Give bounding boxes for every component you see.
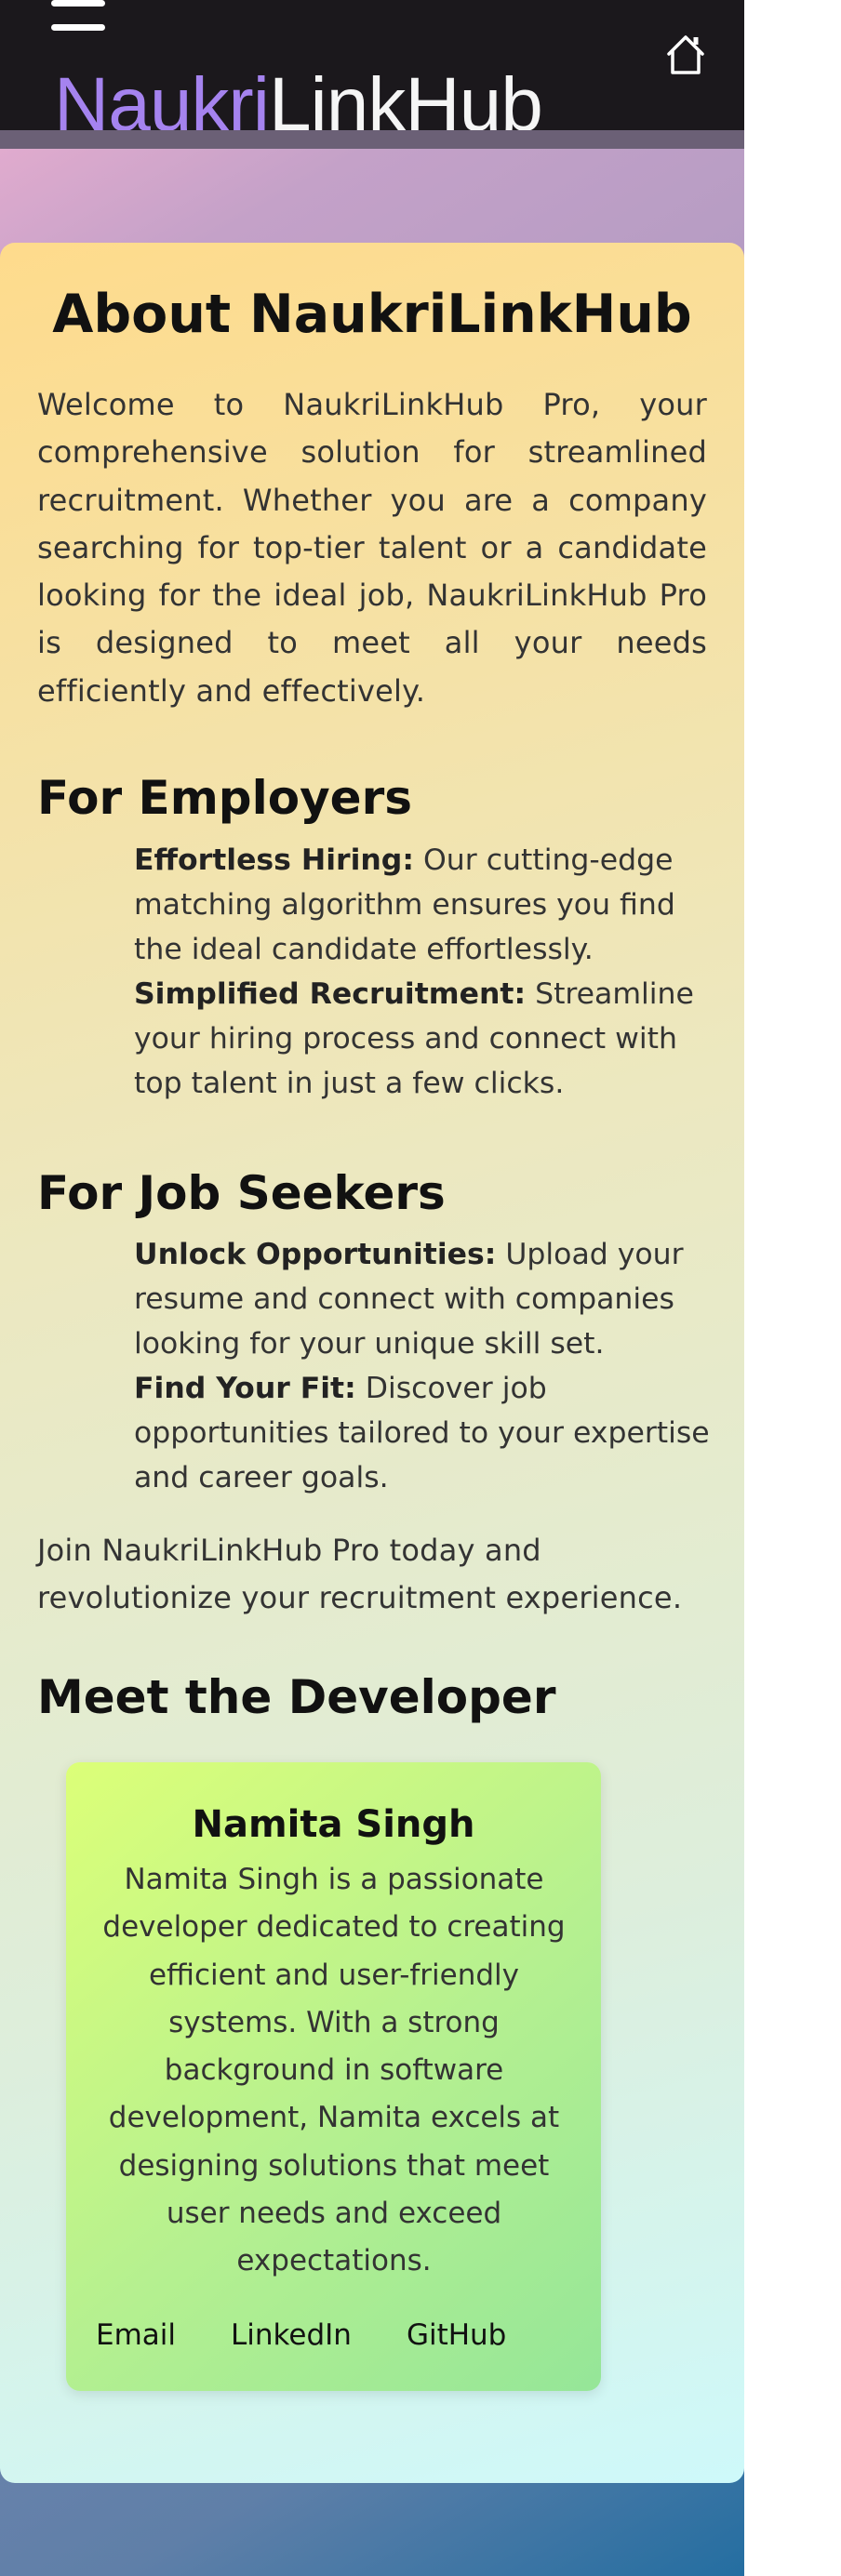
feature-title: Simplified Recruitment: <box>134 977 527 1011</box>
site-header: NaukriLinkHub <box>0 0 744 147</box>
list-item: Simplified Recruitment: Streamline your … <box>134 972 711 1106</box>
meet-developer-heading: Meet the Developer <box>37 1670 556 1724</box>
linkedin-link[interactable]: LinkedIn <box>231 2316 352 2355</box>
job-seekers-heading: For Job Seekers <box>37 1166 446 1220</box>
closing-paragraph: Join NaukriLinkHub Pro today and revolut… <box>37 1533 683 1615</box>
feature-title: Effortless Hiring: <box>134 843 414 877</box>
hamburger-menu-icon[interactable] <box>51 0 105 33</box>
menu-line <box>51 24 105 31</box>
list-item: Unlock Opportunities: Upload your resume… <box>134 1232 711 1366</box>
developer-bio: Namita Singh is a passionate developer d… <box>102 1863 566 2278</box>
github-link[interactable]: GitHub <box>407 2316 506 2355</box>
intro-paragraph: Welcome to NaukriLinkHub Pro, your compr… <box>37 387 707 709</box>
feature-title: Find Your Fit: <box>134 1372 356 1405</box>
page: NaukriLinkHub About NaukriLinkHub Welcom… <box>0 0 744 2576</box>
menu-line <box>51 0 105 7</box>
feature-title: Unlock Opportunities: <box>134 1238 497 1271</box>
list-item: Effortless Hiring: Our cutting-edge matc… <box>134 838 711 972</box>
about-title: About NaukriLinkHub <box>52 284 692 345</box>
home-icon[interactable] <box>662 32 709 78</box>
developer-name: Namita Singh <box>192 1803 475 1846</box>
email-link[interactable]: Email <box>96 2316 176 2355</box>
developer-links: Email LinkedIn GitHub <box>96 2316 561 2355</box>
employers-feature-list: Effortless Hiring: Our cutting-edge matc… <box>134 838 711 1106</box>
developer-card: Namita Singh Namita Singh is a passionat… <box>66 1762 601 2391</box>
job-seekers-feature-list: Unlock Opportunities: Upload your resume… <box>134 1232 711 1500</box>
list-item: Find Your Fit: Discover job opportunitie… <box>134 1366 711 1500</box>
about-card: About NaukriLinkHub Welcome to NaukriLin… <box>0 243 744 2483</box>
employers-heading: For Employers <box>37 771 413 825</box>
header-divider <box>0 130 744 149</box>
